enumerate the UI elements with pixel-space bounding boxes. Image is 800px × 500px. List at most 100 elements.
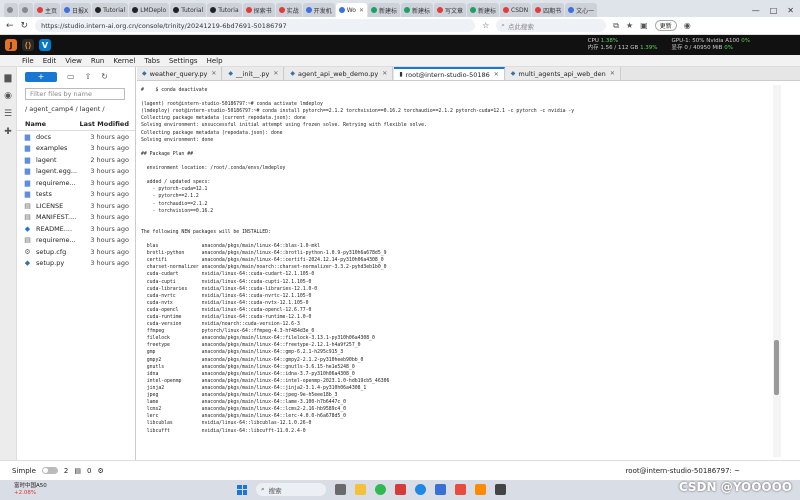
close-icon[interactable]: ✕ <box>610 70 615 77</box>
close-icon[interactable]: ✕ <box>273 70 278 77</box>
file-browser-toolbar: + ▭ ⇧ ↻ <box>17 67 135 86</box>
word-icon[interactable] <box>435 484 446 495</box>
folder-icon[interactable]: ▆ <box>5 73 12 83</box>
menu-item[interactable]: Run <box>91 57 104 65</box>
app-icon[interactable] <box>395 484 406 495</box>
menu-item[interactable]: Settings <box>169 57 198 65</box>
editor-tab[interactable]: ▮ root@intern-studio-50186 ✕ <box>394 67 505 80</box>
star-icon[interactable]: ☆ <box>482 21 489 30</box>
new-folder-icon[interactable]: ▭ <box>67 72 75 81</box>
editor-tab[interactable]: ◆ weather_query.py ✕ <box>137 67 223 80</box>
code-icon[interactable]: ⟨⟩ <box>22 39 34 51</box>
stock-widget[interactable]: 富时中国A50 +2.08% <box>14 483 47 497</box>
terminal-count[interactable]: 0 <box>87 467 91 475</box>
jupyter-logo-icon[interactable]: J <box>5 39 17 51</box>
close-icon[interactable]: ✕ <box>382 70 387 77</box>
file-row[interactable]: ▆ requireme... 3 hours ago <box>17 177 135 189</box>
menu-item[interactable]: View <box>65 57 82 65</box>
file-row[interactable]: ▤ requireme... 3 hours ago <box>17 235 135 247</box>
browser-tab[interactable]: 写文章 <box>434 3 467 17</box>
file-row[interactable]: ▤ LICENSE 3 hours ago <box>17 200 135 212</box>
terminal-scrollbar[interactable] <box>773 85 781 457</box>
scrollbar-thumb[interactable] <box>774 340 779 395</box>
modified-column-header[interactable]: Last Modified <box>80 120 129 128</box>
file-row[interactable]: ▆ lagent 2 hours ago <box>17 154 135 166</box>
favorites-icon[interactable]: ★ <box>626 21 633 30</box>
close-icon[interactable]: ✕ <box>211 70 216 77</box>
browser-tab[interactable]: 新建标 <box>467 3 500 17</box>
browser-tab[interactable]: Wo ✕ <box>335 3 367 17</box>
file-row[interactable]: ⚙ setup.cfg 3 hours ago <box>17 246 135 258</box>
breadcrumb[interactable]: / agent_camp4 / lagent / <box>17 100 135 118</box>
reload-icon[interactable]: ↻ <box>21 21 29 31</box>
vscode-icon[interactable]: V <box>39 39 51 51</box>
browser-search-field[interactable]: ⌕ 点此搜索 <box>496 19 607 32</box>
browser-tab[interactable]: 文心一 <box>565 3 598 17</box>
browser-tab[interactable]: Tutorial <box>92 3 129 17</box>
app-icon-dark[interactable] <box>495 484 506 495</box>
edge-icon[interactable] <box>415 484 426 495</box>
name-column-header[interactable]: Name <box>25 120 46 128</box>
back-icon[interactable]: ← <box>6 21 14 31</box>
menu-item[interactable]: Kernel <box>113 57 135 65</box>
file-row[interactable]: ▤ MANIFEST.... 3 hours ago <box>17 212 135 224</box>
browser-tab[interactable] <box>4 3 18 17</box>
menu-item[interactable]: Tabs <box>144 57 160 65</box>
terminal-line: # $ conda deactivate <box>141 88 208 93</box>
browser-tab[interactable]: 探索书 <box>242 3 275 17</box>
browser-tab[interactable] <box>19 3 33 17</box>
profile-icon[interactable]: ◉ <box>684 21 691 30</box>
close-window-icon[interactable]: ✕ <box>787 6 794 15</box>
upload-icon[interactable]: ⇧ <box>85 72 92 81</box>
extension-icon[interactable]: ⧉ <box>613 21 619 31</box>
running-icon[interactable]: ◉ <box>4 91 12 101</box>
menu-item[interactable]: Help <box>207 57 223 65</box>
browser-tab[interactable]: Tutoria <box>207 3 242 17</box>
file-row[interactable]: ▆ docs 3 hours ago <box>17 131 135 143</box>
browser-tab[interactable]: LMDeplo <box>129 3 170 17</box>
editor-tab[interactable]: ◆ multi_agents_api_web_den ✕ <box>505 67 621 80</box>
refresh-icon[interactable]: ↻ <box>101 72 108 81</box>
app-icon-orange[interactable] <box>475 484 486 495</box>
file-row[interactable]: ▆ lagent.egg... 3 hours ago <box>17 166 135 178</box>
browser-tab[interactable]: 新建标 <box>367 3 400 17</box>
close-icon[interactable]: ✕ <box>359 7 364 14</box>
file-row[interactable]: ▆ tests 3 hours ago <box>17 189 135 201</box>
menu-item[interactable]: Edit <box>43 57 57 65</box>
file-row[interactable]: ◆ setup.py 3 hours ago <box>17 258 135 270</box>
terminal-output[interactable]: # $ conda deactivate (lagent) root@intern… <box>141 87 777 457</box>
commands-icon[interactable]: ☰ <box>4 109 12 119</box>
minimize-icon[interactable]: — <box>752 6 760 15</box>
browser-tab[interactable]: CSDN <box>500 3 532 17</box>
url-field[interactable]: https://studio.intern-ai.org.cn/console/… <box>35 19 476 32</box>
browser-tab[interactable]: Tutorial <box>170 3 207 17</box>
file-explorer-icon[interactable] <box>355 484 366 495</box>
browser-tab[interactable]: 日报X <box>61 3 92 17</box>
taskbar-search[interactable]: ⌕ 搜索 <box>256 483 326 496</box>
browser-tab[interactable]: 开发机 <box>302 3 335 17</box>
kernel-count[interactable]: 2 <box>64 467 68 475</box>
task-view-icon[interactable] <box>335 484 346 495</box>
maximize-icon[interactable]: □ <box>770 6 778 15</box>
file-row[interactable]: ▆ examples 3 hours ago <box>17 143 135 155</box>
editor-tab[interactable]: ◆ __init__.py ✕ <box>223 67 285 80</box>
puzzle-icon[interactable]: ✚ <box>4 127 12 137</box>
wechat-icon[interactable] <box>375 484 386 495</box>
menu-item[interactable]: File <box>22 57 34 65</box>
collections-icon[interactable]: ▣ <box>640 21 648 30</box>
new-launcher-button[interactable]: + <box>25 71 57 82</box>
browser-tab[interactable]: 主页 <box>34 3 61 17</box>
powerpoint-icon[interactable] <box>455 484 466 495</box>
simple-mode-toggle[interactable] <box>41 467 58 474</box>
close-icon[interactable]: ✕ <box>494 71 499 78</box>
tab-favicon-icon <box>278 7 285 13</box>
editor-tab[interactable]: ◆ agent_api_web_demo.py ✕ <box>285 67 394 80</box>
windows-start-icon[interactable] <box>237 484 247 495</box>
renew-button[interactable]: 更新 <box>654 20 677 31</box>
browser-tab[interactable]: 实战 <box>275 3 302 17</box>
file-modified: 3 hours ago <box>90 132 129 141</box>
browser-tab[interactable]: 新建标 <box>401 3 434 17</box>
file-row[interactable]: ◆ README.... 3 hours ago <box>17 223 135 235</box>
file-filter-input[interactable]: Filter files by name <box>25 88 125 100</box>
browser-tab[interactable]: 四期书 <box>532 3 565 17</box>
